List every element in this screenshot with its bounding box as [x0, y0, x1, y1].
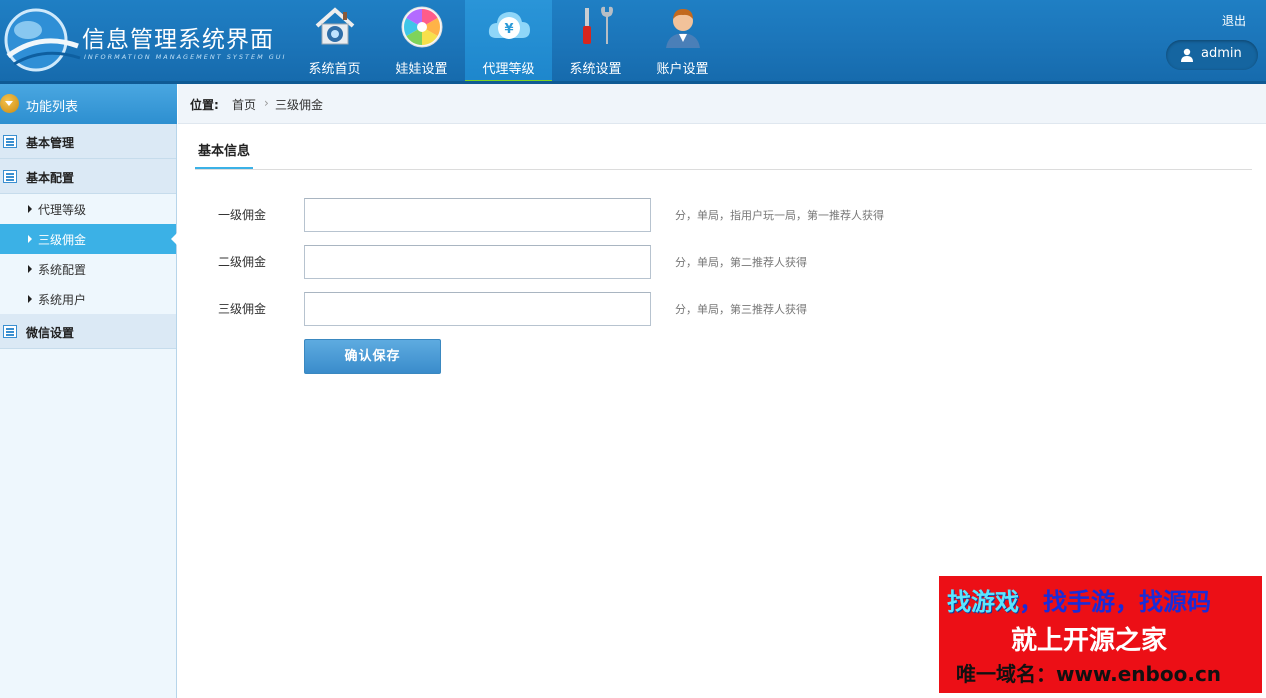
sidebar-group-basic-management[interactable]: 基本管理: [0, 124, 176, 159]
nav-doll-settings[interactable]: 娃娃设置: [378, 0, 465, 84]
level1-commission-label: 一级佣金: [218, 208, 267, 222]
form-row-level3: 三级佣金 分，单局，第三推荐人获得: [178, 292, 1078, 326]
list-icon: [3, 325, 17, 338]
nav-account-settings[interactable]: 账户设置: [639, 0, 726, 84]
home-icon: [315, 7, 355, 45]
breadcrumb-label: 位置:: [190, 98, 219, 112]
user-icon: [1181, 48, 1193, 62]
nav-home-label: 系统首页: [308, 62, 361, 77]
nav-system-settings[interactable]: 系统设置: [552, 0, 639, 84]
breadcrumb: 位置: 首页 › 三级佣金: [178, 84, 1266, 124]
app-title: 信息管理系统界面: [82, 27, 274, 53]
ad-line1-a: 找游戏: [947, 588, 1019, 616]
ad-line1-b: ，找手游，找源码: [1019, 588, 1211, 616]
ad-banner[interactable]: 找游戏，找手游，找源码 就上开源之家 唯一域名：www.enboo.cn: [939, 576, 1262, 693]
breadcrumb-current: 三级佣金: [275, 98, 324, 112]
globe-logo-icon: [4, 8, 81, 72]
caret-right-icon: [28, 295, 32, 303]
form-row-level2: 二级佣金 分，单局，第二推荐人获得: [178, 245, 1078, 279]
yen-cloud-icon: ¥: [488, 12, 530, 39]
level3-commission-hint: 分，单局，第三推荐人获得: [675, 303, 807, 316]
ad-line3: 唯一域名：www.enboo.cn: [956, 662, 1222, 686]
level2-commission-input[interactable]: [304, 245, 651, 279]
caret-right-icon: [28, 205, 32, 213]
ad-line2: 就上开源之家: [1011, 626, 1168, 656]
logout-link[interactable]: 退出: [1222, 12, 1246, 29]
level2-commission-label: 二级佣金: [218, 255, 267, 269]
form-row-level1: 一级佣金 分，单局，指用户玩一局，第一推荐人获得: [178, 198, 1078, 232]
username: admin: [1201, 46, 1242, 61]
nav-agent-level[interactable]: ¥ 代理等级: [465, 0, 552, 84]
level1-commission-input[interactable]: [304, 198, 651, 232]
top-nav: 系统首页 娃娃设置 ¥ 代理等级 系统设置 账户设置: [291, 0, 726, 84]
ad-line1: 找游戏，找手游，找源码: [947, 582, 1211, 617]
sidebar-item-label: 系统用户: [38, 293, 87, 307]
tools-icon: [583, 6, 613, 45]
user-badge[interactable]: admin: [1166, 40, 1258, 70]
sidebar-group-wechat-settings[interactable]: 微信设置: [0, 314, 176, 349]
sidebar-group-label: 微信设置: [26, 326, 75, 340]
app-subtitle: INFORMATION MANAGEMENT SYSTEM GUI: [84, 53, 287, 61]
save-button[interactable]: 确认保存: [304, 339, 441, 374]
level1-commission-hint: 分，单局，指用户玩一局，第一推荐人获得: [675, 209, 884, 222]
caret-right-icon: [28, 235, 32, 243]
level3-commission-label: 三级佣金: [218, 302, 267, 316]
nav-system-settings-label: 系统设置: [569, 62, 622, 77]
chevron-down-icon: [0, 94, 19, 113]
list-icon: [3, 135, 17, 148]
sidebar-item-label: 系统配置: [38, 263, 87, 277]
logo: 信息管理系统界面 INFORMATION MANAGEMENT SYSTEM G…: [0, 0, 290, 84]
sidebar-item-label: 代理等级: [38, 203, 87, 217]
nav-home[interactable]: 系统首页: [291, 0, 378, 84]
sidebar: 功能列表 基本管理 基本配置 代理等级 三级佣金 系统配置 系统用户 微信设置: [0, 84, 177, 698]
sidebar-item-three-level-commission[interactable]: 三级佣金: [0, 224, 177, 254]
sidebar-item-agent-level[interactable]: 代理等级: [0, 194, 176, 224]
nav-account-settings-label: 账户设置: [656, 62, 709, 77]
level3-commission-input[interactable]: [304, 292, 651, 326]
level2-commission-hint: 分，单局，第二推荐人获得: [675, 256, 807, 269]
sidebar-group-basic-config[interactable]: 基本配置: [0, 159, 176, 194]
breadcrumb-separator: ›: [264, 96, 269, 110]
sidebar-item-system-config[interactable]: 系统配置: [0, 254, 176, 284]
sidebar-group-label: 基本配置: [26, 171, 75, 185]
caret-right-icon: [28, 265, 32, 273]
nav-doll-settings-label: 娃娃设置: [395, 62, 448, 77]
tab-basic-info[interactable]: 基本信息: [195, 140, 254, 170]
user-account-icon: [666, 9, 700, 48]
list-icon: [3, 170, 17, 183]
breadcrumb-home-link[interactable]: 首页: [232, 96, 256, 113]
tab-label: 基本信息: [198, 144, 251, 159]
sidebar-title: 功能列表: [26, 100, 79, 115]
nav-agent-level-label: 代理等级: [482, 62, 535, 77]
sidebar-header: 功能列表: [0, 84, 177, 124]
color-wheel-icon: [401, 6, 443, 48]
sidebar-item-label: 三级佣金: [38, 233, 87, 247]
tab-divider: [195, 169, 1252, 170]
sidebar-item-system-users[interactable]: 系统用户: [0, 284, 176, 314]
sidebar-group-label: 基本管理: [26, 136, 75, 150]
svg-text:¥: ¥: [504, 22, 513, 37]
top-header: 信息管理系统界面 INFORMATION MANAGEMENT SYSTEM G…: [0, 0, 1266, 84]
